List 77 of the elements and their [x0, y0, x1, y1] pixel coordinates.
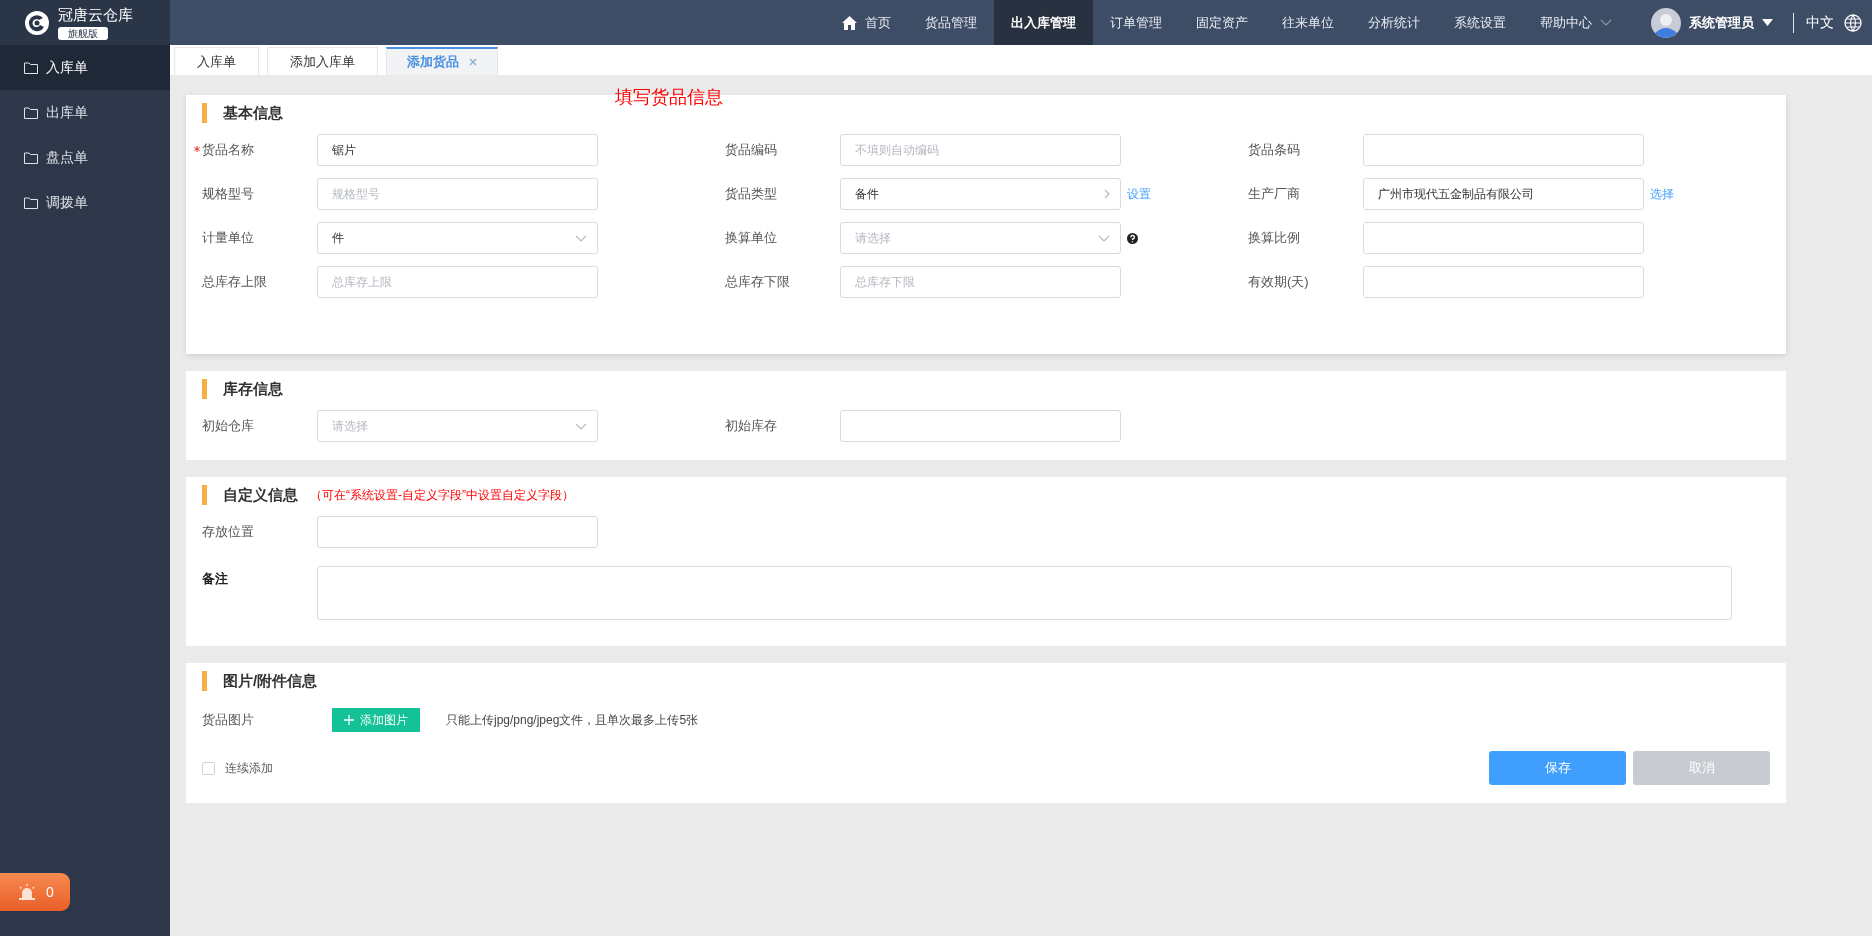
folder-icon	[24, 196, 38, 209]
field-label: 存放位置	[202, 524, 254, 539]
input-field[interactable]	[1363, 222, 1644, 254]
field-label: 生产厂商	[1248, 186, 1300, 201]
field-label: 规格型号	[202, 186, 254, 201]
nav-item[interactable]: 帮助中心	[1523, 0, 1629, 45]
section-title: 自定义信息	[223, 485, 298, 505]
input-field[interactable]	[840, 410, 1121, 442]
folder-icon	[24, 151, 38, 164]
field-label: 初始库存	[725, 418, 777, 433]
tab[interactable]: 入库单	[174, 47, 259, 75]
checkbox-label: 连续添加	[225, 759, 273, 777]
field-label: 货品名称	[202, 142, 254, 157]
field-label: 初始仓库	[202, 418, 254, 433]
nav-item[interactable]: 系统设置	[1437, 0, 1523, 45]
input-field[interactable]	[1363, 134, 1644, 166]
section-accent-bar	[202, 485, 207, 505]
nav-item[interactable]: 首页	[825, 0, 908, 45]
section-accent-bar	[202, 379, 207, 399]
input-field[interactable]	[317, 516, 598, 548]
field-label: 总库存下限	[725, 274, 790, 289]
logo-icon	[24, 9, 50, 36]
field-label: 货品图片	[202, 712, 254, 727]
language-selector[interactable]: 中文	[1806, 13, 1834, 32]
field-label: 货品条码	[1248, 142, 1300, 157]
section-title: 库存信息	[223, 379, 283, 399]
field-label: 货品编码	[725, 142, 777, 157]
section-note: （可在“系统设置-自定义字段”中设置自定义字段）	[310, 486, 574, 504]
field-label: 备注	[202, 571, 228, 586]
close-icon[interactable]	[469, 58, 477, 66]
chevron-down-icon	[1098, 234, 1110, 242]
field-label: 换算单位	[725, 230, 777, 245]
input-field[interactable]: 广州市现代五金制品有限公司	[1363, 178, 1644, 210]
globe-icon[interactable]	[1844, 13, 1862, 32]
textarea-field[interactable]	[317, 566, 1732, 620]
home-icon	[842, 15, 857, 30]
user-name[interactable]: 系统管理员	[1689, 13, 1754, 32]
sidebar-item[interactable]: 调拨单	[0, 180, 170, 225]
section-accent-bar	[202, 103, 207, 123]
field-label: 货品类型	[725, 186, 777, 201]
select-field[interactable]: 件	[317, 222, 598, 254]
chevron-down-icon	[575, 234, 587, 242]
annotation-text: 填写货品信息	[615, 86, 723, 109]
nav-item[interactable]: 出入库管理	[994, 0, 1093, 45]
upload-hint: 只能上传jpg/png/jpeg文件，且单次最多上传5张	[446, 711, 699, 729]
plus-icon	[344, 715, 354, 725]
select-field[interactable]: 备件	[840, 178, 1121, 210]
edition-badge: 旗舰版	[58, 26, 108, 40]
sidebar-item[interactable]: 盘点单	[0, 135, 170, 180]
folder-icon	[24, 106, 38, 119]
nav-item[interactable]: 订单管理	[1093, 0, 1179, 45]
field-label: 计量单位	[202, 230, 254, 245]
input-field[interactable]: 锯片	[317, 134, 598, 166]
field-label: 总库存上限	[202, 274, 267, 289]
folder-icon	[24, 61, 38, 74]
avatar-icon	[1651, 7, 1681, 38]
field-label: 换算比例	[1248, 230, 1300, 245]
nav-item[interactable]: 固定资产	[1179, 0, 1265, 45]
help-icon[interactable]	[1127, 232, 1138, 244]
nav-item[interactable]: 货品管理	[908, 0, 994, 45]
sidebar-item[interactable]: 出库单	[0, 90, 170, 135]
chevron-down-icon	[575, 422, 587, 430]
field-label: 有效期(天)	[1248, 274, 1309, 289]
alarm-light-icon	[18, 884, 36, 900]
section-title: 图片/附件信息	[223, 671, 318, 691]
input-field[interactable]	[1363, 266, 1644, 298]
chevron-right-icon	[1104, 189, 1110, 199]
tab[interactable]: 添加入库单	[267, 47, 378, 75]
section-title: 基本信息	[223, 103, 283, 123]
caret-down-icon[interactable]	[1762, 19, 1773, 26]
brand-name: 冠唐云仓库	[58, 5, 133, 25]
sidebar-item[interactable]: 入库单	[0, 45, 170, 90]
chevron-down-icon	[1600, 18, 1612, 27]
nav-item[interactable]: 分析统计	[1351, 0, 1437, 45]
checkbox[interactable]	[202, 761, 215, 775]
section-accent-bar	[202, 671, 207, 691]
nav-item[interactable]: 往来单位	[1265, 0, 1351, 45]
